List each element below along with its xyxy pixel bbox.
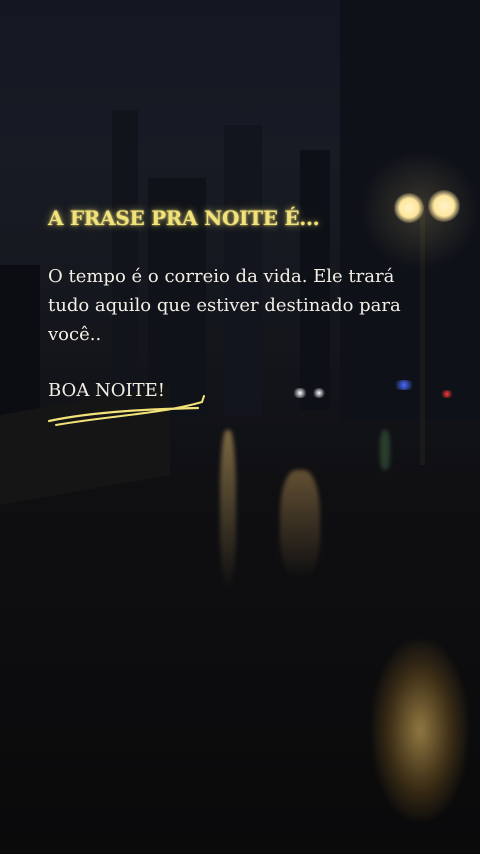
hand-drawn-underline-swoosh-icon <box>47 395 205 426</box>
quote-text: O tempo é o correio da vida. Ele trará t… <box>48 266 401 345</box>
headline: A FRASE PRA NOITE É... <box>48 206 320 230</box>
quote-card: A FRASE PRA NOITE É... O tempo é o corre… <box>0 0 480 854</box>
